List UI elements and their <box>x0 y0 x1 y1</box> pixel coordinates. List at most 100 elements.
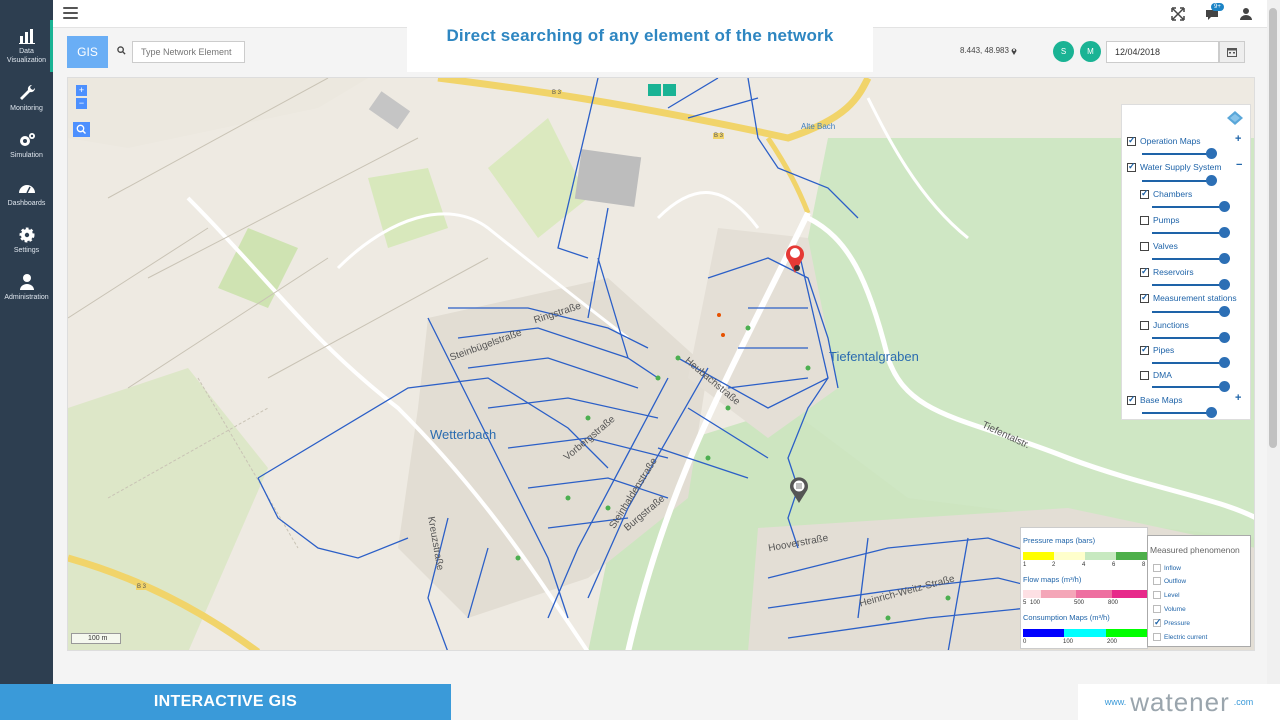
sidebar-item-data-visualization[interactable]: Data Visualization <box>0 27 53 65</box>
gis-button[interactable]: GIS <box>67 36 108 68</box>
pressure-legend-title: Pressure maps (bars) <box>1023 536 1096 545</box>
legend-color-swatch <box>1038 552 1054 560</box>
measurement-stations-checkbox[interactable] <box>1140 292 1149 303</box>
phenomenon-electric-current[interactable]: Electric current <box>1153 633 1207 641</box>
outflow-checkbox[interactable] <box>1153 577 1161 585</box>
menu-toggle-icon[interactable] <box>63 7 78 20</box>
legend-color-swatch <box>1100 552 1116 560</box>
pipes-checkbox[interactable] <box>1140 344 1149 355</box>
dashboard-gauge-icon <box>18 185 35 194</box>
flow-tick: 800 <box>1108 600 1119 606</box>
pressure-color-bar <box>1023 552 1147 560</box>
valves-checkbox[interactable] <box>1140 241 1149 251</box>
water-supply-checkbox[interactable] <box>1127 161 1136 172</box>
brand-prefix: www. <box>1104 697 1127 707</box>
dma-opacity-slider[interactable] <box>1152 381 1230 392</box>
pressure-tick: 2 <box>1052 562 1056 568</box>
consumption-legend-title: Consumption Maps (m³/h) <box>1023 613 1110 622</box>
sidebar-item-label: Dashboards <box>7 200 46 207</box>
sidebar-item-monitoring[interactable]: Monitoring <box>0 84 53 113</box>
flow-tick: 5 <box>1023 600 1027 606</box>
fullscreen-icon[interactable] <box>1171 7 1185 21</box>
phenomenon-label: Outflow <box>1164 577 1187 585</box>
network-element-search-input[interactable] <box>132 41 245 63</box>
date-input[interactable] <box>1106 41 1219 63</box>
base-maps-checkbox[interactable] <box>1127 394 1136 405</box>
layer-label: Pipes <box>1153 345 1175 355</box>
notifications-button[interactable]: 9+ <box>1205 3 1224 21</box>
legend-color-swatch <box>1054 552 1070 560</box>
phenomenon-label: Electric current <box>1164 633 1208 641</box>
electric-current-checkbox[interactable] <box>1153 633 1161 641</box>
phenomenon-volume[interactable]: Volume <box>1153 605 1186 613</box>
volume-checkbox[interactable] <box>1153 605 1161 613</box>
road-shield-b3: B 3 <box>551 90 563 96</box>
map-search-button[interactable] <box>73 122 90 137</box>
layer-junctions[interactable]: Junctions <box>1140 320 1189 330</box>
s-toggle-button[interactable]: S <box>1053 41 1074 62</box>
calendar-button[interactable] <box>1219 41 1245 63</box>
phenomenon-outflow[interactable]: Outflow <box>1153 577 1186 585</box>
layers-icon[interactable] <box>1226 109 1244 127</box>
pumps-checkbox[interactable] <box>1140 215 1149 225</box>
layer-valves[interactable]: Valves <box>1140 241 1178 251</box>
sidebar-item-settings[interactable]: Settings <box>0 226 53 255</box>
water-supply-opacity-slider[interactable] <box>1142 175 1217 186</box>
expand-operation-maps-button[interactable]: + <box>1235 133 1241 145</box>
junctions-checkbox[interactable] <box>1140 320 1149 330</box>
map-marker-icon <box>1011 48 1017 55</box>
page-scrollbar[interactable] <box>1267 0 1280 685</box>
measured-phenomenon-panel: Measured phenomenon Inflow Outflow Level… <box>1147 535 1251 647</box>
sidebar-item-dashboards[interactable]: Dashboards <box>0 179 53 208</box>
layer-pumps[interactable]: Pumps <box>1140 215 1179 225</box>
layer-chambers[interactable]: Chambers <box>1140 188 1192 199</box>
legend-color-swatch <box>1116 552 1132 560</box>
chambers-checkbox[interactable] <box>1140 188 1149 199</box>
junctions-opacity-slider[interactable] <box>1152 332 1230 343</box>
legend-color-swatch <box>1076 590 1094 598</box>
inflow-checkbox[interactable] <box>1153 564 1161 572</box>
pipes-opacity-slider[interactable] <box>1152 357 1230 368</box>
legend-color-swatch <box>1023 552 1039 560</box>
pumps-opacity-slider[interactable] <box>1152 227 1230 238</box>
operation-maps-checkbox[interactable] <box>1127 135 1136 146</box>
level-checkbox[interactable] <box>1153 591 1161 599</box>
layer-dma[interactable]: DMA <box>1140 370 1172 380</box>
filter-icon[interactable] <box>663 84 676 96</box>
layer-measurement-stations[interactable]: Measurement stations <box>1140 292 1237 303</box>
sidebar-item-label: Data Visualization <box>6 48 47 64</box>
operation-maps-opacity-slider[interactable] <box>1142 148 1217 159</box>
phenomenon-pressure[interactable]: Pressure <box>1153 617 1190 628</box>
dma-checkbox[interactable] <box>1140 370 1149 380</box>
layer-pipes[interactable]: Pipes <box>1140 344 1175 355</box>
layer-base-maps[interactable]: Base Maps <box>1127 394 1183 405</box>
scrollbar-thumb[interactable] <box>1269 8 1277 448</box>
legend-color-swatch <box>1064 629 1086 637</box>
layer-label: DMA <box>1153 370 1172 380</box>
layer-operation-maps[interactable]: Operation Maps <box>1127 135 1200 146</box>
chambers-opacity-slider[interactable] <box>1152 201 1230 212</box>
reservoirs-checkbox[interactable] <box>1140 266 1149 277</box>
legend-color-swatch <box>1085 629 1106 637</box>
reservoirs-opacity-slider[interactable] <box>1152 279 1230 290</box>
user-account-icon[interactable] <box>1239 7 1253 21</box>
expand-base-maps-button[interactable]: + <box>1235 392 1241 404</box>
valves-opacity-slider[interactable] <box>1152 253 1230 264</box>
phenomenon-level[interactable]: Level <box>1153 591 1180 599</box>
m-toggle-button[interactable]: M <box>1080 41 1101 62</box>
map-label-town: Wetterbach <box>430 427 497 442</box>
layer-water-supply-system[interactable]: Water Supply System <box>1127 161 1221 172</box>
sidebar-item-administration[interactable]: Administration <box>0 273 53 302</box>
legend-color-swatch <box>1085 552 1101 560</box>
zoom-in-button[interactable]: + <box>76 85 87 96</box>
pressure-checkbox[interactable] <box>1153 617 1162 628</box>
phenomenon-inflow[interactable]: Inflow <box>1153 564 1181 572</box>
list-view-icon[interactable] <box>648 84 661 96</box>
layer-reservoirs[interactable]: Reservoirs <box>1140 266 1194 277</box>
sidebar-item-simulation[interactable]: Simulation <box>0 131 53 160</box>
zoom-out-button[interactable]: − <box>76 98 87 109</box>
base-maps-opacity-slider[interactable] <box>1142 407 1217 418</box>
collapse-water-supply-button[interactable]: − <box>1236 159 1242 171</box>
phenomenon-label: Level <box>1164 591 1180 599</box>
measurement-stations-opacity-slider[interactable] <box>1152 306 1230 317</box>
